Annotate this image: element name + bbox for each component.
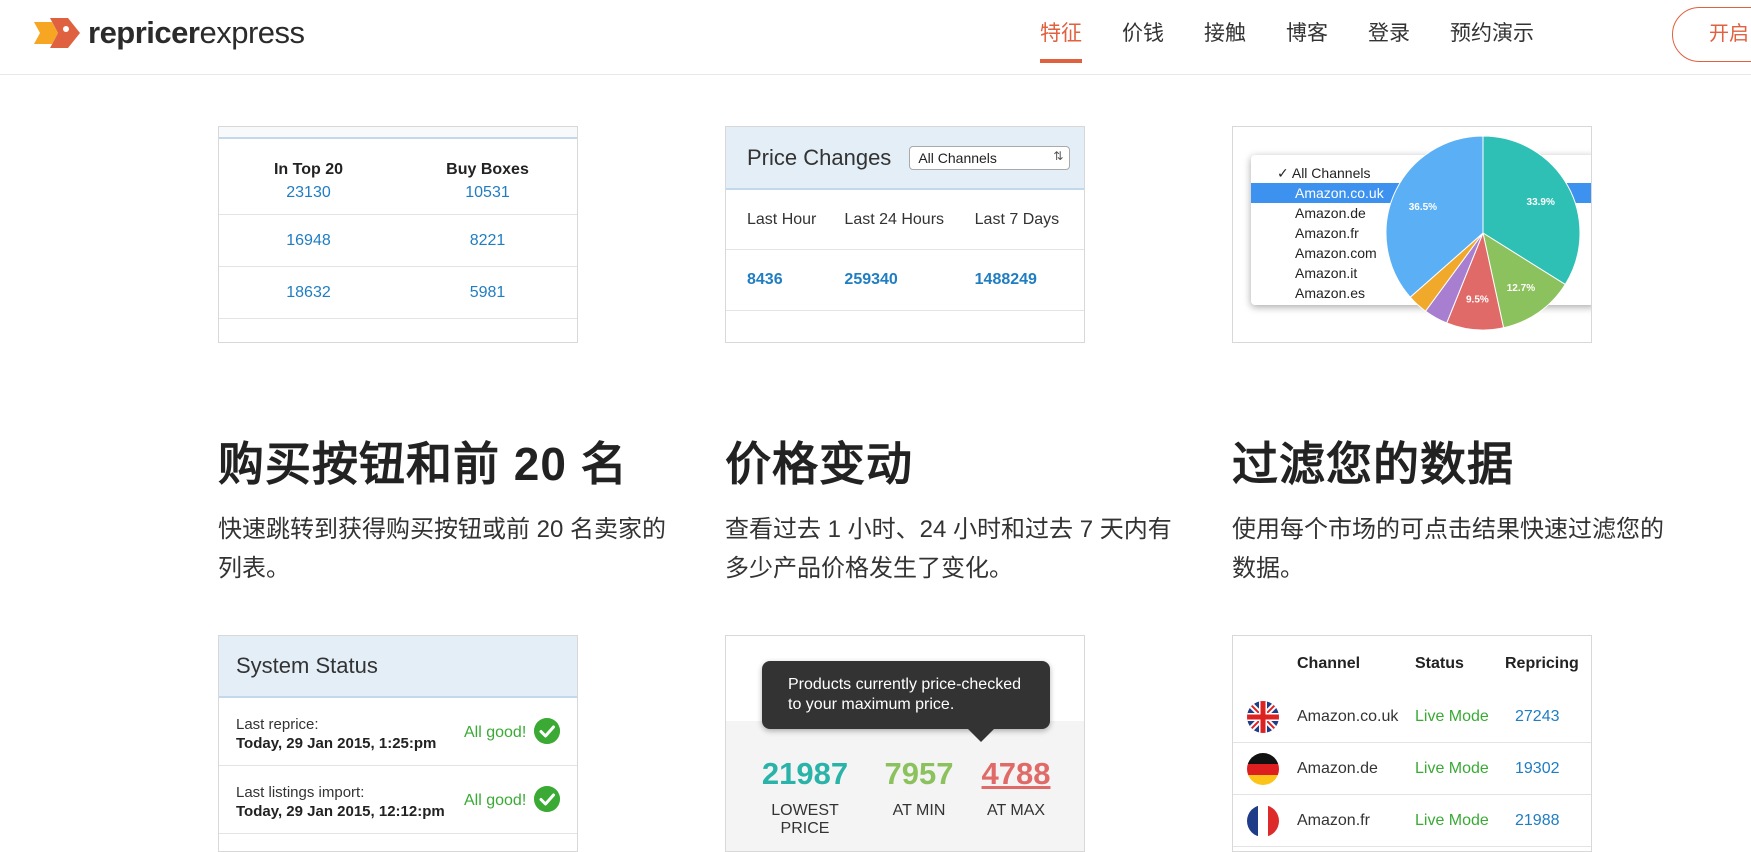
table-row[interactable]: Amazon.fr Live Mode 21988: [1233, 795, 1591, 847]
system-status-card: System Status Last reprice: Today, 29 Ja…: [218, 635, 578, 852]
channel-pie-chart[interactable]: 33.9% 12.7% 9.5% 36.5%: [1383, 133, 1583, 333]
logo[interactable]: repricerexpress: [32, 14, 305, 52]
status-ok-text: All good!: [464, 792, 527, 809]
status-ok-text: All good!: [464, 724, 527, 741]
feature-desc: 快速跳转到获得购买按钮或前 20 名卖家的列表。: [218, 516, 667, 582]
logo-icon: [34, 18, 80, 48]
stat-label: AT MIN: [892, 802, 946, 819]
check-circle-icon: [534, 718, 560, 744]
feature-desc: 查看过去 1 小时、24 小时和过去 7 天内有多少产品价格发生了变化。: [725, 516, 1172, 582]
top20-header: In Top 20 Buy Boxes: [219, 139, 577, 179]
pie-slice-label: 12.7%: [1507, 283, 1535, 294]
site-header: repricerexpress 特征 价钱 接触 博客 登录 预约演示 开启: [0, 0, 1751, 75]
channels-card: Channel Status Repricing Amazon.co.uk Li…: [1232, 635, 1592, 852]
feature-buybox: 购买按钮和前 20 名 快速跳转到获得购买按钮或前 20 名卖家的列表。: [218, 436, 668, 588]
card-top-bar: [219, 127, 577, 139]
feature-price-changes: 价格变动 查看过去 1 小时、24 小时和过去 7 天内有多少产品价格发生了变化…: [725, 436, 1175, 588]
top20-card: In Top 20 Buy Boxes 23130 10531 16948 82…: [218, 126, 578, 343]
repricing-count[interactable]: 19302: [1515, 760, 1585, 778]
stat-label: AT MAX: [986, 802, 1046, 819]
last-7-days-value[interactable]: 1488249: [975, 271, 1084, 289]
top20-value[interactable]: 16948: [219, 232, 398, 250]
col-buy-boxes: Buy Boxes: [446, 161, 529, 178]
stat-at-min[interactable]: 7957 AT MIN: [874, 756, 964, 820]
nav-features[interactable]: 特征: [1020, 0, 1102, 75]
repricing-count[interactable]: 21988: [1515, 812, 1585, 830]
pie-slice-label: 33.9%: [1527, 197, 1555, 208]
nav-contact[interactable]: 接触: [1184, 0, 1266, 75]
channels-header: Channel Status Repricing: [1233, 636, 1591, 691]
system-status-title: System Status: [219, 636, 577, 698]
channel-status: Live Mode: [1415, 707, 1489, 725]
feature-title: 过滤您的数据: [1232, 438, 1514, 490]
check-icon: ✓: [1277, 165, 1292, 181]
buybox-value[interactable]: 10531: [398, 184, 577, 202]
table-row: 23130 10531: [219, 179, 577, 215]
col-in-top-20: In Top 20: [273, 161, 344, 178]
status-row: Last reprice: Today, 29 Jan 2015, 1:25:p…: [219, 698, 577, 766]
table-row: 16948 8221: [219, 215, 577, 267]
channel-status: Live Mode: [1415, 759, 1489, 777]
buybox-value[interactable]: 8221: [398, 232, 577, 250]
price-changes-columns: Last Hour Last 24 Hours Last 7 Days: [726, 190, 1084, 250]
price-changes-card: Price Changes All Channels Last Hour Las…: [725, 126, 1085, 343]
feature-title: 购买按钮和前 20 名: [218, 438, 628, 490]
nav-blog[interactable]: 博客: [1266, 0, 1348, 75]
repricing-count[interactable]: 27243: [1515, 708, 1585, 726]
table-row[interactable]: Amazon.co.uk Live Mode 27243: [1233, 691, 1591, 743]
top20-value[interactable]: 23130: [219, 184, 398, 202]
price-changes-values: 8436 259340 1488249: [726, 250, 1084, 311]
col-repricing: Repricing: [1505, 654, 1579, 672]
stat-value: 7957: [884, 756, 954, 791]
col-last-hour: Last Hour: [747, 210, 817, 228]
channel-status: Live Mode: [1415, 811, 1489, 829]
feature-filter: 过滤您的数据 使用每个市场的可点击结果快速过滤您的数据。: [1232, 436, 1682, 588]
col-last-24-hours: Last 24 Hours: [844, 210, 945, 228]
channel-select[interactable]: All Channels: [909, 145, 1071, 170]
channel-name: Amazon.co.uk: [1297, 707, 1399, 725]
stat-at-max[interactable]: 4788 AT MAX: [971, 756, 1061, 820]
table-row: 18632 5981: [219, 267, 577, 319]
channel-name: Amazon.de: [1297, 759, 1378, 777]
de-flag-icon: [1247, 752, 1279, 785]
nav-book-demo[interactable]: 预约演示: [1430, 0, 1554, 75]
check-circle-icon: [534, 786, 560, 812]
nav-pricing[interactable]: 价钱: [1102, 0, 1184, 75]
last-24-hours-value[interactable]: 259340: [844, 271, 974, 289]
last-hour-value[interactable]: 8436: [747, 271, 844, 289]
filter-card: ✓ All Channels Amazon.co.uk Amazon.de Am…: [1232, 126, 1592, 343]
pie-slice-label: 36.5%: [1409, 202, 1437, 213]
uk-flag-icon: [1247, 700, 1279, 733]
logo-text: repricerexpress: [88, 15, 305, 50]
top20-value[interactable]: 18632: [219, 284, 398, 302]
feature-desc: 使用每个市场的可点击结果快速过滤您的数据。: [1232, 516, 1664, 582]
price-check-card: Products currently price-checked to your…: [725, 635, 1085, 852]
col-status: Status: [1415, 654, 1464, 672]
pie-slice-label: 9.5%: [1466, 295, 1489, 306]
stat-label: LOWEST PRICE: [771, 802, 839, 837]
table-row[interactable]: Amazon.de Live Mode 19302: [1233, 743, 1591, 795]
col-channel: Channel: [1297, 654, 1361, 672]
price-check-tooltip: Products currently price-checked to your…: [762, 661, 1050, 742]
feature-title: 价格变动: [725, 438, 913, 490]
channel-name: Amazon.fr: [1297, 811, 1370, 829]
col-last-7-days: Last 7 Days: [974, 210, 1060, 228]
nav-login[interactable]: 登录: [1348, 0, 1430, 75]
start-button[interactable]: 开启: [1672, 7, 1751, 62]
buybox-value[interactable]: 5981: [398, 284, 577, 302]
price-changes-header: Price Changes All Channels: [726, 127, 1084, 190]
main-nav: 特征 价钱 接触 博客 登录 预约演示: [1020, 0, 1554, 75]
stat-lowest-price[interactable]: 21987 LOWEST PRICE: [750, 756, 860, 838]
fr-flag-icon: [1247, 804, 1279, 837]
stat-value: 21987: [761, 756, 849, 791]
stat-value: 4788: [981, 756, 1051, 791]
status-row: Last listings import: Today, 29 Jan 2015…: [219, 766, 577, 834]
price-changes-title: Price Changes: [747, 144, 892, 170]
